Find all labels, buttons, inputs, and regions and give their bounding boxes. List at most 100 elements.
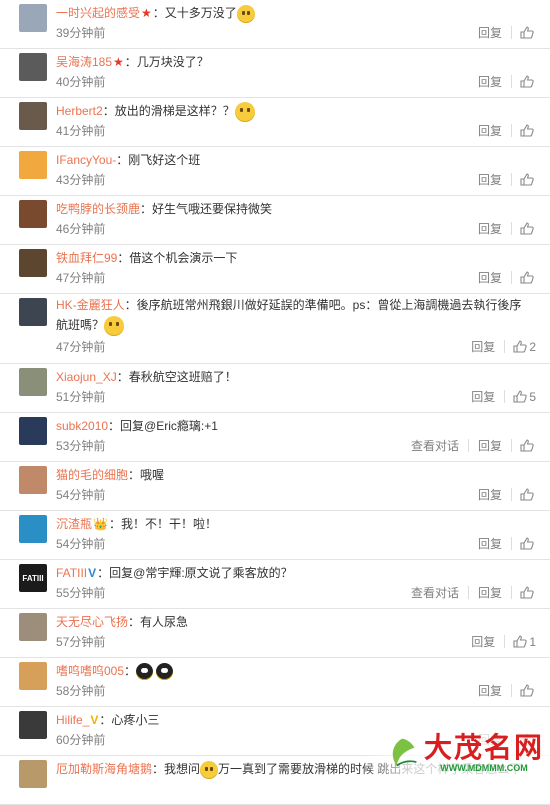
avatar[interactable] (19, 249, 47, 277)
username-link[interactable]: IFancyYou- (56, 153, 116, 167)
avatar[interactable] (19, 53, 47, 81)
reply-button[interactable]: 回复 (469, 122, 511, 139)
comment-text: ：回复@Eric瘾璃:+1 (108, 419, 218, 433)
reply-button[interactable]: 回复 (462, 338, 504, 355)
comment-text: ：有人尿急 (128, 615, 189, 629)
like-button[interactable] (512, 222, 536, 235)
username-link[interactable]: FATIII (56, 566, 87, 580)
view-thread-link[interactable]: 查看对话 (402, 437, 468, 454)
like-button[interactable] (512, 586, 536, 599)
comment-text: ：放出的滑梯是这样？？ (102, 104, 235, 119)
comment-actions: 回复 1 (462, 633, 536, 650)
username-link[interactable]: 天无尽心飞扬 (56, 615, 128, 629)
like-button[interactable] (512, 173, 536, 186)
star-badge-icon: ★ (141, 6, 152, 20)
username-link[interactable]: Herbert2 (56, 104, 103, 118)
like-button[interactable] (512, 488, 536, 501)
like-button[interactable] (512, 439, 536, 452)
comment-text: ：借这个机会演示一下 (117, 251, 238, 265)
timestamp: 47分钟前 (56, 271, 106, 285)
comment-item: Xiaojun_XJ：春秋航空这班赔了！ 51分钟前 回复 5 (0, 364, 550, 413)
comment-actions: 回复 (469, 220, 536, 237)
watermark: 大茂名网 WWW.MDMMM.COM (360, 723, 550, 783)
watermark-logo-icon (392, 738, 417, 767)
comment-actions: 回复 (469, 171, 536, 188)
like-button[interactable] (512, 124, 536, 137)
like-button[interactable] (512, 75, 536, 88)
username-link[interactable]: Hilife_ (56, 713, 89, 727)
like-count: 1 (529, 634, 536, 649)
username-link[interactable]: 厄加勒斯海角塘鹅 (56, 762, 152, 776)
avatar[interactable] (19, 711, 47, 739)
comment-item: 沉渣瓶👑：我！不！干！啦！ 54分钟前 回复 (0, 511, 550, 560)
like-button[interactable]: 2 (505, 340, 536, 354)
reply-button[interactable]: 回复 (462, 633, 504, 650)
username-link[interactable]: Xiaojun_XJ (56, 370, 117, 384)
like-button[interactable] (512, 537, 536, 550)
username-link[interactable]: 铁血拜仁99 (56, 251, 117, 265)
timestamp: 40分钟前 (56, 75, 106, 89)
like-button[interactable]: 5 (505, 390, 536, 404)
username-link[interactable]: 一时兴起的感受 (56, 6, 140, 20)
avatar[interactable] (19, 662, 47, 690)
avatar[interactable] (19, 200, 47, 228)
star-badge-icon: ★ (113, 55, 124, 69)
avatar[interactable]: FATIII (19, 564, 47, 592)
thumbs-up-icon (513, 340, 528, 353)
avatar[interactable] (19, 417, 47, 445)
thumbs-up-icon (520, 586, 534, 599)
thumbs-up-icon (520, 75, 534, 88)
watermark-title: 大茂名网 (423, 731, 544, 764)
username-link[interactable]: 吃鸭脖的长颈鹿 (56, 202, 140, 216)
comment-actions: 回复 (469, 73, 536, 90)
username-link[interactable]: HK-金麗狂人 (56, 298, 125, 312)
comment-text: ：回复@常宇輝:原文说了乘客放的？ (97, 566, 293, 580)
comment-item: HK-金麗狂人：後序航班常州飛銀川做好延誤的準備吧。ps：曾從上海調機過去執行後… (0, 294, 550, 364)
avatar[interactable] (19, 466, 47, 494)
username-link[interactable]: 嗜呜嗜呜005 (56, 664, 124, 678)
reply-button[interactable]: 回复 (469, 584, 511, 601)
eyes-emoji-icon (156, 663, 174, 681)
thumbs-up-icon (520, 124, 534, 137)
comment-text: ：又十多万没了 (152, 6, 237, 20)
reply-button[interactable]: 回复 (469, 171, 511, 188)
avatar[interactable] (19, 151, 47, 179)
reply-button[interactable]: 回复 (462, 388, 504, 405)
crown-badge-icon: 👑 (93, 517, 108, 531)
username-link[interactable]: 沉渣瓶 (56, 517, 92, 531)
comment-actions: 查看对话 回复 (402, 584, 536, 601)
comment-text: ：心疼小三 (99, 713, 160, 727)
like-button[interactable]: 1 (505, 635, 536, 649)
reply-button[interactable]: 回复 (469, 269, 511, 286)
comment-item: Herbert2：放出的滑梯是这样？？ 41分钟前 回复 (0, 98, 550, 147)
avatar[interactable] (19, 368, 47, 396)
reply-button[interactable]: 回复 (469, 220, 511, 237)
username-link[interactable]: 吴海涛185 (56, 55, 112, 69)
avatar[interactable] (19, 298, 47, 326)
comment-actions: 回复 (469, 535, 536, 552)
comment-text: ：我！不！干！啦！ (108, 517, 217, 531)
avatar[interactable] (19, 760, 47, 788)
comment-item: 猫的毛的细胞：哦喔 54分钟前 回复 (0, 462, 550, 511)
like-button[interactable] (512, 684, 536, 697)
reply-button[interactable]: 回复 (469, 437, 511, 454)
reply-button[interactable]: 回复 (469, 535, 511, 552)
like-button[interactable] (512, 271, 536, 284)
avatar[interactable] (19, 515, 47, 543)
like-button[interactable] (512, 26, 536, 39)
reply-button[interactable]: 回复 (469, 73, 511, 90)
avatar[interactable] (19, 4, 47, 32)
username-link[interactable]: 猫的毛的细胞 (56, 468, 128, 482)
username-link[interactable]: subk2010 (56, 419, 108, 433)
comment-actions: 回复 (469, 269, 536, 286)
reply-button[interactable]: 回复 (469, 486, 511, 503)
comment-text: ：刚飞好这个班 (116, 153, 201, 167)
smile-emoji-icon (104, 315, 125, 336)
avatar[interactable] (19, 102, 47, 130)
avatar[interactable] (19, 613, 47, 641)
reply-button[interactable]: 回复 (469, 682, 511, 699)
reply-button[interactable]: 回复 (469, 24, 511, 41)
comment-item: subk2010：回复@Eric瘾璃:+1 53分钟前 查看对话 回复 (0, 413, 550, 462)
view-thread-link[interactable]: 查看对话 (402, 584, 468, 601)
thumbs-up-icon (520, 684, 534, 697)
